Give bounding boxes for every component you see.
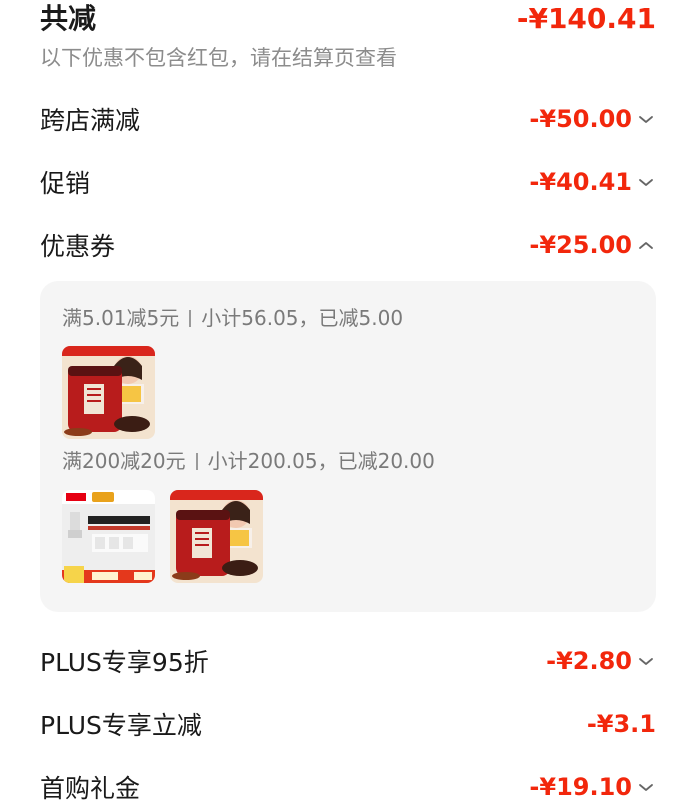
row-amount: -¥25.00	[529, 231, 632, 259]
row-plus-discount[interactable]: PLUS专享95折 -¥2.80	[40, 641, 656, 681]
divider	[189, 310, 192, 327]
coupon-detail-panel: 满5.01减5元 小计56.05，已减5.00 满200减20元 小计200.05，…	[40, 281, 656, 612]
chevron-down-icon	[636, 111, 656, 127]
row-amount: -¥2.80	[546, 647, 632, 675]
chevron-down-icon	[636, 174, 656, 190]
chevron-up-icon	[636, 237, 656, 253]
row-label: 跨店满减	[40, 106, 141, 135]
row-label: PLUS专享立减	[40, 711, 202, 740]
coupon-rule: 满200减20元	[62, 449, 186, 473]
product-thumbnail-track-light[interactable]	[62, 490, 155, 583]
coupon-rule: 满5.01减5元	[62, 306, 180, 330]
chevron-down-icon	[636, 779, 656, 795]
chevron-down-icon	[636, 653, 656, 669]
row-coupon[interactable]: 优惠券 -¥25.00	[40, 225, 656, 265]
discount-total-title: 共减	[40, 2, 97, 35]
discount-note: 以下优惠不包含红包，请在结算页查看	[40, 46, 397, 70]
row-label: 促销	[40, 169, 91, 198]
row-label: PLUS专享95折	[40, 648, 209, 677]
coupon-subtotal: 小计200.05，已减20.00	[207, 449, 435, 473]
row-amount: -¥40.41	[529, 168, 632, 196]
coupon-group-1-title: 满5.01减5元 小计56.05，已减5.00	[62, 305, 403, 331]
divider	[195, 453, 198, 470]
row-amount: -¥19.10	[529, 773, 632, 801]
row-plus-reduction[interactable]: PLUS专享立减 -¥3.1	[40, 704, 656, 744]
product-thumbnail-herbal-tea[interactable]	[170, 490, 263, 583]
coupon-subtotal: 小计56.05，已减5.00	[201, 306, 404, 330]
product-thumbnail-herbal-tea[interactable]	[62, 346, 155, 439]
coupon-group-2-title: 满200减20元 小计200.05，已减20.00	[62, 448, 435, 474]
row-promotion[interactable]: 促销 -¥40.41	[40, 162, 656, 202]
row-label: 优惠券	[40, 232, 116, 261]
discount-total-amount: -¥140.41	[516, 2, 656, 35]
row-cross-store[interactable]: 跨店满减 -¥50.00	[40, 99, 656, 139]
row-amount: -¥50.00	[529, 105, 632, 133]
row-first-purchase-gift[interactable]: 首购礼金 -¥19.10	[40, 767, 656, 807]
row-amount: -¥3.1	[586, 710, 656, 738]
